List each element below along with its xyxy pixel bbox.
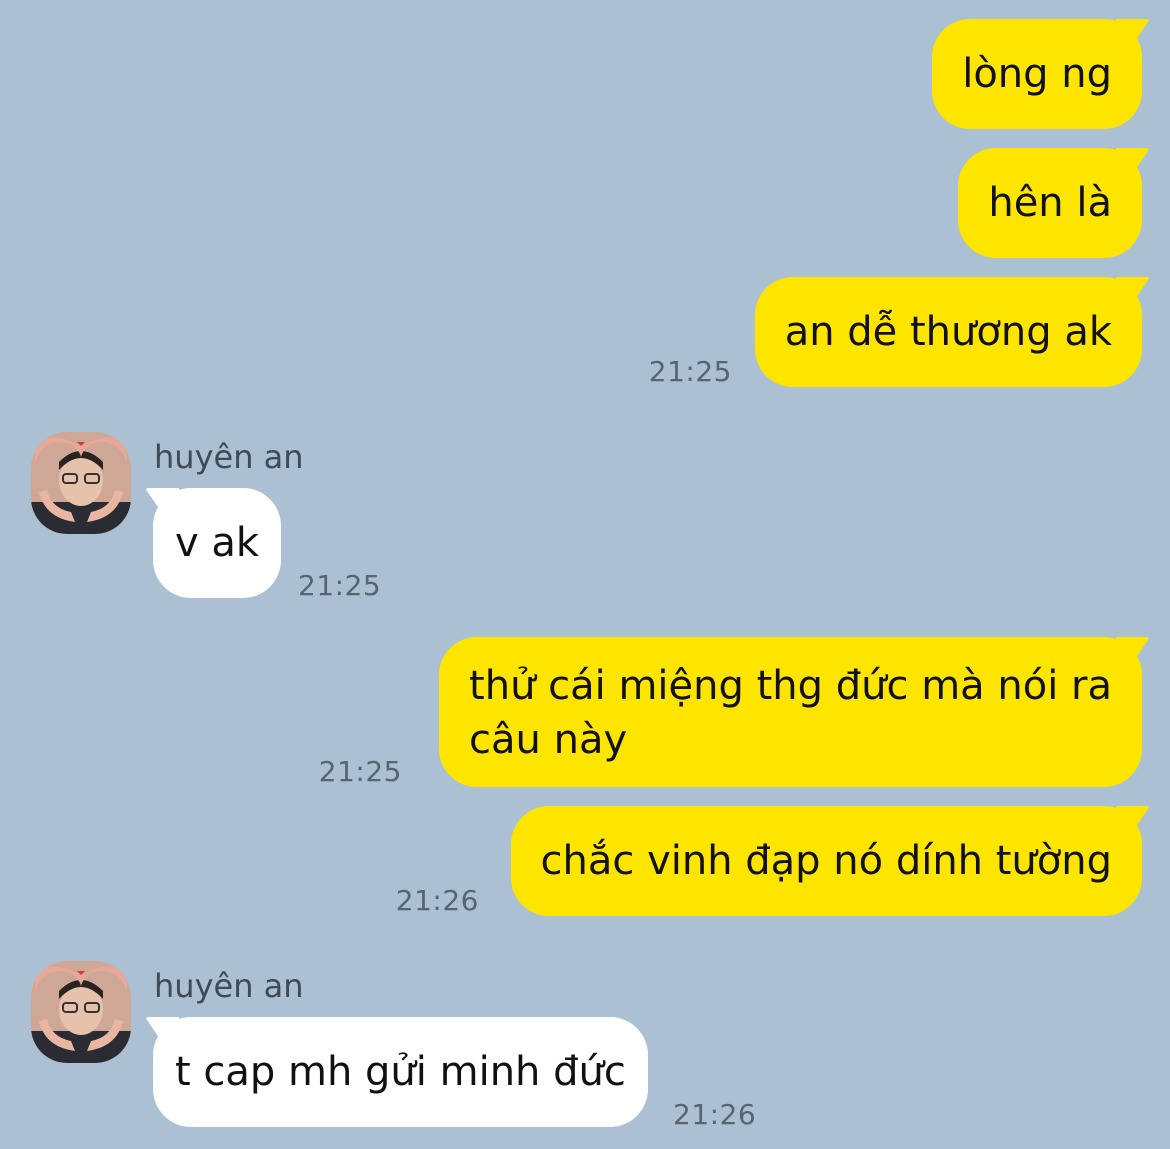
message-text: an dễ thương ak — [784, 309, 1112, 355]
outgoing-message-bubble[interactable]: hên là — [958, 148, 1142, 258]
message-timestamp: 21:26 — [673, 1098, 757, 1131]
message-text: v ak — [175, 520, 260, 566]
incoming-message-bubble[interactable]: t cap mh gửi minh đức — [153, 1017, 648, 1127]
message-timestamp: 21:26 — [395, 884, 479, 917]
outgoing-message-bubble[interactable]: lòng ng — [932, 19, 1142, 129]
sender-name: huyên an — [154, 438, 304, 476]
avatar-photo-icon — [31, 961, 131, 1063]
message-text: hên là — [988, 180, 1112, 226]
outgoing-message-bubble[interactable]: chắc vinh đạp nó dính tường — [510, 806, 1142, 916]
incoming-message-bubble[interactable]: v ak — [153, 488, 282, 598]
sender-avatar[interactable] — [31, 432, 131, 534]
message-text: lòng ng — [962, 51, 1112, 97]
message-timestamp: 21:25 — [318, 755, 402, 788]
sender-avatar[interactable] — [31, 961, 131, 1063]
message-text: t cap mh gửi minh đức — [175, 1049, 626, 1095]
sender-name: huyên an — [154, 967, 304, 1005]
outgoing-message-bubble[interactable]: thử cái miệng thg đức mà nói ra câu này — [439, 637, 1142, 787]
outgoing-message-bubble[interactable]: an dễ thương ak — [754, 277, 1142, 387]
message-timestamp: 21:25 — [648, 355, 732, 388]
message-timestamp: 21:25 — [298, 569, 382, 602]
message-text-line-1: thử cái miệng thg đức mà nói ra — [469, 663, 1112, 709]
message-text-line-2: câu này — [469, 717, 628, 763]
message-text: chắc vinh đạp nó dính tường — [540, 838, 1112, 884]
avatar-photo-icon — [31, 432, 131, 534]
